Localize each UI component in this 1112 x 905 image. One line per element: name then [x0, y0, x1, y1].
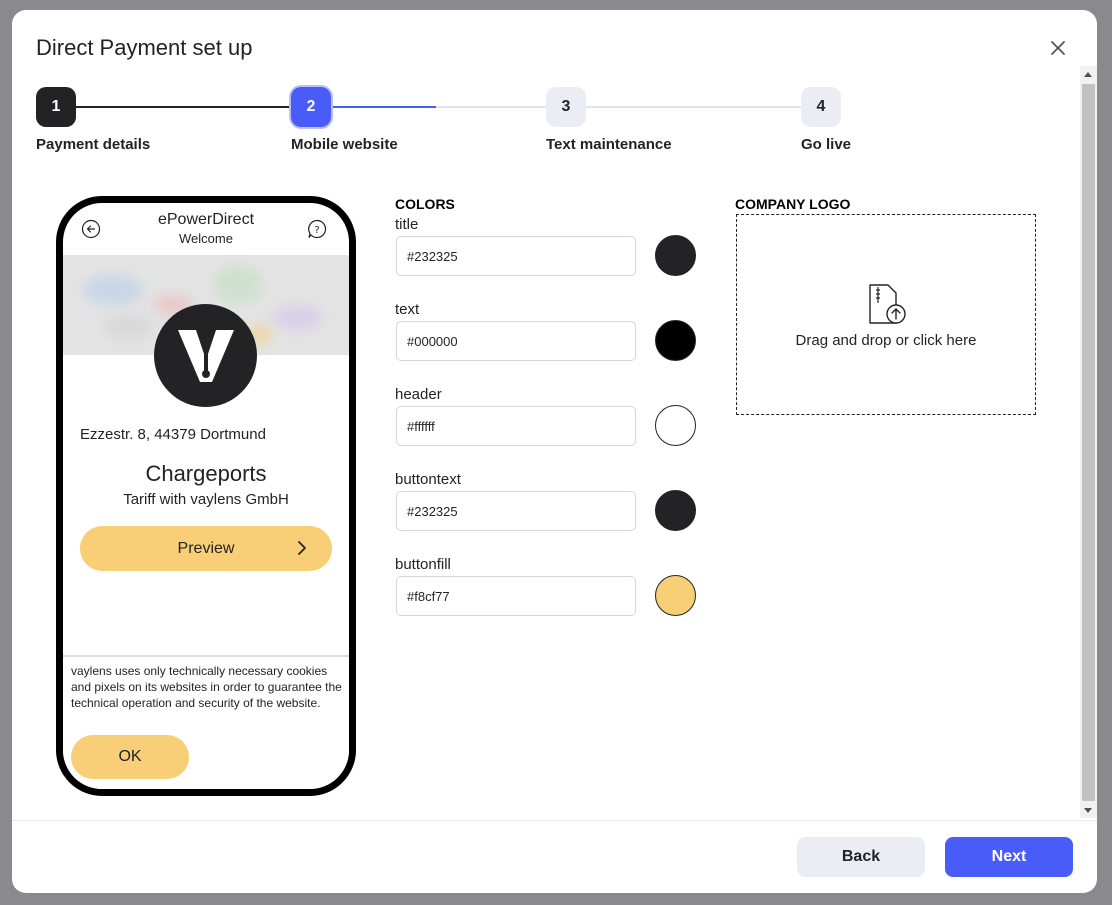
- header-color-input[interactable]: [396, 406, 636, 446]
- title-color-input[interactable]: [396, 236, 636, 276]
- preview-button[interactable]: Preview: [80, 526, 332, 571]
- header-color-swatch[interactable]: [655, 405, 696, 446]
- title-color-swatch[interactable]: [655, 235, 696, 276]
- color-label-buttontext: buttontext: [395, 471, 461, 488]
- step-3-label: Text maintenance: [546, 136, 672, 153]
- step-1-circle[interactable]: 1: [36, 87, 76, 127]
- color-label-title: title: [395, 216, 419, 233]
- company-logo-heading: COMPANY LOGO: [735, 196, 851, 212]
- buttonfill-color-swatch[interactable]: [655, 575, 696, 616]
- next-button[interactable]: Next: [945, 837, 1073, 877]
- step-connector-2-progress: [330, 106, 436, 108]
- buttontext-color-input[interactable]: [396, 491, 636, 531]
- cookie-banner: vaylens uses only technically necessary …: [63, 655, 349, 789]
- step-2-label: Mobile website: [291, 136, 398, 153]
- cookie-ok-button[interactable]: OK: [71, 735, 189, 779]
- setup-modal: Direct Payment set up 1 2 3 4 Payment de…: [12, 10, 1097, 893]
- step-4-label: Go live: [801, 136, 852, 153]
- back-button[interactable]: Back: [797, 837, 925, 877]
- scroll-up-icon[interactable]: [1084, 72, 1092, 77]
- text-color-input[interactable]: [396, 321, 636, 361]
- station-name: Chargeports: [145, 461, 267, 486]
- logo-dropzone[interactable]: Drag and drop or click here: [736, 214, 1036, 415]
- company-logo: [154, 304, 257, 407]
- dropzone-text: Drag and drop or click here: [795, 332, 977, 349]
- tariff-label: Tariff with vaylens GmbH: [123, 491, 289, 508]
- scrollbar[interactable]: [1080, 66, 1097, 818]
- step-2-circle[interactable]: 2: [291, 87, 331, 127]
- svg-text:?: ?: [314, 225, 319, 236]
- chevron-right-icon: [294, 538, 310, 558]
- close-icon[interactable]: [1048, 38, 1068, 58]
- file-upload-icon: [865, 283, 909, 327]
- station-address: Ezzestr. 8, 44379 Dortmund: [80, 426, 266, 443]
- step-3-circle[interactable]: 3: [546, 87, 586, 127]
- step-connector-1: [76, 106, 292, 108]
- cookie-text: vaylens uses only technically necessary …: [71, 664, 342, 710]
- phone-preview: ePowerDirect Welcome ? Ezzestr. 8, 44379…: [56, 196, 356, 796]
- step-4-circle[interactable]: 4: [801, 87, 841, 127]
- color-label-header: header: [395, 386, 442, 403]
- step-connector-3: [585, 106, 801, 108]
- color-label-buttonfill: buttonfill: [395, 556, 451, 573]
- help-chat-icon[interactable]: ?: [307, 219, 327, 239]
- modal-title: Direct Payment set up: [36, 35, 253, 60]
- colors-heading: COLORS: [395, 196, 455, 212]
- text-color-swatch[interactable]: [655, 320, 696, 361]
- preview-button-label: Preview: [177, 539, 235, 557]
- buttonfill-color-input[interactable]: [396, 576, 636, 616]
- scrollbar-thumb[interactable]: [1082, 84, 1095, 801]
- scroll-down-icon[interactable]: [1084, 808, 1092, 813]
- step-1-label: Payment details: [36, 136, 151, 153]
- buttontext-color-swatch[interactable]: [655, 490, 696, 531]
- step-connector-2-rest: [436, 106, 546, 108]
- color-label-text: text: [395, 301, 420, 318]
- footer-divider: [12, 820, 1097, 821]
